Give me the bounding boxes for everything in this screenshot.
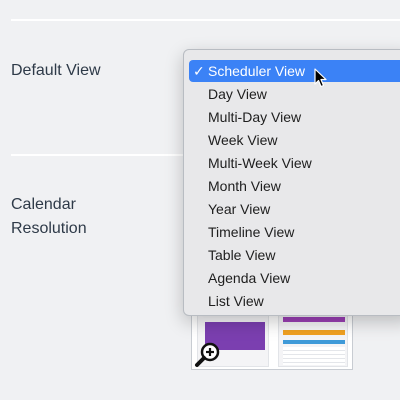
preview-lines [283,347,345,365]
calendar-resolution-label: Calendar Resolution [11,196,87,237]
dropdown-option-label: Agenda View [208,270,291,286]
dropdown-option-day-view[interactable]: Day View [189,83,400,105]
zoom-in-icon[interactable] [194,341,222,369]
dropdown-option-label: Multi-Day View [208,109,302,125]
mouse-cursor-icon [314,68,328,88]
preview-bar-purple [283,317,345,322]
default-view-dropdown-menu[interactable]: ✓ Scheduler View Day View Multi-Day View Wee… [183,49,400,316]
dropdown-option-label: List View [208,293,264,309]
dropdown-option-label: Day View [208,86,267,102]
dropdown-option-label: Month View [208,178,281,194]
dropdown-option-month-view[interactable]: Month View [189,175,400,197]
dropdown-option-year-view[interactable]: Year View [189,198,400,220]
dropdown-option-agenda-view[interactable]: Agenda View [189,267,400,289]
dropdown-option-scheduler-view[interactable]: ✓ Scheduler View [189,60,400,82]
default-view-label: Default View [11,62,101,79]
preview-bar-orange [283,330,345,335]
preview-bar-blue [283,340,345,344]
dropdown-option-label: Timeline View [208,224,295,240]
dropdown-option-label: Week View [208,132,278,148]
dropdown-option-multi-day-view[interactable]: Multi-Day View [189,106,400,128]
dropdown-option-list-view[interactable]: List View [189,290,400,312]
dropdown-option-week-view[interactable]: Week View [189,129,400,151]
dropdown-option-multi-week-view[interactable]: Multi-Week View [189,152,400,174]
section-divider-middle [11,154,183,156]
dropdown-option-label: Scheduler View [208,63,306,79]
dropdown-option-timeline-view[interactable]: Timeline View [189,221,400,243]
dropdown-option-label: Table View [208,247,276,263]
dropdown-option-table-view[interactable]: Table View [189,244,400,266]
checkmark-icon: ✓ [193,63,205,79]
section-divider-top [11,19,400,21]
dropdown-option-label: Multi-Week View [208,155,312,171]
dropdown-option-label: Year View [208,201,271,217]
